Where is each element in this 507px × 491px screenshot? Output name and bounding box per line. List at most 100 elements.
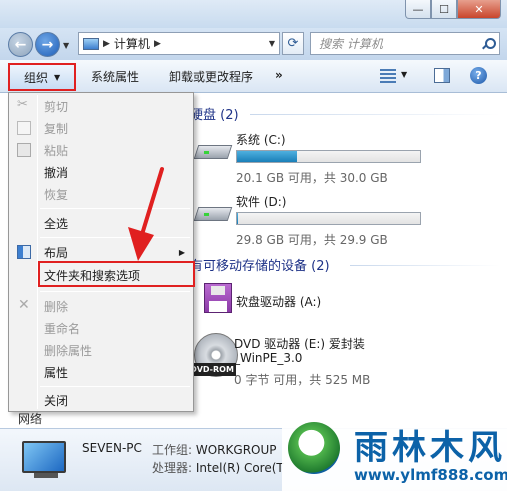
back-arrow-icon: ←	[14, 36, 27, 53]
view-options-dropdown-icon[interactable]: ▼	[401, 70, 407, 79]
drive-a-floppy[interactable]: 软盘驱动器 (A:)	[204, 283, 444, 317]
drive-name: DVD 驱动器 (E:) 爱封装	[234, 337, 365, 351]
back-button[interactable]: ←	[8, 32, 33, 57]
watermark-url: www.ylmf888.com	[354, 466, 507, 484]
minimize-button[interactable]: —	[405, 0, 431, 19]
more-commands-button[interactable]: »	[275, 68, 283, 82]
refresh-button[interactable]: ⟳	[282, 32, 304, 55]
drive-e-dvd[interactable]: DVD-ROM DVD 驱动器 (E:) 爱封装 _WinPE_3.0 0 字节…	[188, 333, 454, 393]
group-header-hard-drives[interactable]: 硬盘 (2)	[190, 104, 239, 123]
menu-item-remove-properties[interactable]: 删除属性	[11, 339, 191, 361]
menu-item-redo[interactable]: 恢复	[11, 183, 191, 205]
menu-separator	[40, 386, 190, 387]
address-row: ← → ▼ ▶ 计算机 ▶ ▼ ⟳ 搜索 计算机	[0, 28, 507, 60]
drive-name: 软件 (D:)	[236, 195, 287, 209]
drive-space-info: 29.8 GB 可用，共 29.9 GB	[236, 233, 388, 247]
search-input[interactable]: 搜索 计算机	[310, 32, 500, 55]
breadcrumb-chevron-icon[interactable]: ▶	[103, 39, 110, 49]
menu-item-label: 删除	[44, 299, 69, 314]
organize-label: 组织	[24, 70, 49, 85]
menu-item-label: 复制	[44, 121, 69, 136]
menu-item-label: 布局	[44, 245, 69, 260]
menu-item-properties[interactable]: 属性	[11, 361, 191, 383]
submenu-arrow-icon: ▶	[178, 247, 185, 257]
menu-item-label: 恢复	[44, 187, 69, 202]
search-icon[interactable]	[482, 37, 496, 50]
computer-icon	[83, 37, 99, 50]
chevron-down-icon: ▼	[54, 72, 61, 82]
uninstall-program-button[interactable]: 卸载或更改程序	[169, 68, 253, 85]
organize-menu: 剪切 复制 粘贴 撤消 恢复 全选 布局 ▶ 文件夹和搜索选项 删除 重命名 删…	[8, 92, 195, 412]
recent-pages-dropdown-icon[interactable]: ▼	[63, 41, 69, 50]
drive-space-info: 0 字节 可用，共 525 MB	[234, 373, 371, 387]
dvd-rom-label: DVD-ROM	[188, 363, 236, 376]
drive-name-line2: _WinPE_3.0	[234, 351, 303, 365]
hard-drive-icon	[193, 139, 233, 163]
menu-item-label: 删除属性	[44, 343, 93, 358]
help-icon[interactable]: ?	[470, 67, 487, 84]
workgroup-info: 工作组: WORKGROUP	[152, 441, 277, 458]
monitor-stand	[34, 473, 58, 478]
hard-drive-icon	[193, 201, 233, 225]
breadcrumb-chevron-icon[interactable]: ▶	[154, 39, 161, 49]
system-properties-button[interactable]: 系统属性	[91, 68, 139, 85]
refresh-icon: ⟳	[287, 36, 299, 51]
workgroup-value: WORKGROUP	[195, 443, 277, 457]
menu-item-label: 关闭	[44, 393, 69, 408]
watermark-title: 雨林木风	[354, 428, 506, 468]
processor-value: Intel(R) Core(T	[195, 461, 284, 475]
group-header-removable[interactable]: 有可移动存储的设备 (2)	[190, 255, 330, 274]
search-placeholder: 搜索 计算机	[319, 37, 383, 51]
workgroup-key: 工作组:	[152, 443, 193, 457]
menu-item-paste[interactable]: 粘贴	[11, 139, 191, 161]
menu-item-undo[interactable]: 撤消	[11, 161, 191, 183]
drive-name: 系统 (C:)	[236, 133, 286, 147]
menu-item-label: 粘贴	[44, 143, 69, 158]
menu-item-label: 撤消	[44, 165, 69, 180]
menu-item-label: 属性	[44, 365, 69, 380]
drive-name: 软盘驱动器 (A:)	[236, 295, 322, 309]
delete-icon	[17, 297, 31, 313]
nav-item-network[interactable]: 网络	[18, 410, 42, 427]
address-bar[interactable]: ▶ 计算机 ▶ ▼	[78, 32, 280, 55]
title-bar: — ☐ ✕	[0, 0, 507, 28]
menu-item-layout[interactable]: 布局 ▶	[11, 241, 191, 263]
preview-pane-icon[interactable]	[434, 68, 450, 83]
scissors-icon	[17, 97, 31, 113]
layout-icon	[17, 245, 31, 259]
computer-name: SEVEN-PC	[82, 441, 142, 455]
menu-item-select-all[interactable]: 全选	[11, 212, 191, 234]
forward-button[interactable]: →	[35, 32, 60, 57]
close-button[interactable]: ✕	[457, 0, 501, 19]
floppy-disk-icon	[204, 283, 232, 313]
menu-item-close[interactable]: 关闭	[11, 389, 191, 411]
menu-item-label: 重命名	[44, 321, 81, 336]
menu-item-cut[interactable]: 剪切	[11, 95, 191, 117]
menu-separator	[40, 237, 190, 238]
change-view-icon[interactable]	[380, 69, 396, 83]
breadcrumb-computer[interactable]: 计算机	[114, 35, 150, 52]
watermark: 雨林木风 www.ylmf888.com	[282, 418, 507, 491]
drive-c[interactable]: 系统 (C:) 20.1 GB 可用，共 30.0 GB	[193, 131, 436, 187]
menu-item-label: 全选	[44, 216, 69, 231]
menu-item-rename[interactable]: 重命名	[11, 317, 191, 339]
organize-button[interactable]: 组织 ▼	[8, 63, 76, 91]
drive-d[interactable]: 软件 (D:) 29.8 GB 可用，共 29.9 GB	[193, 193, 436, 249]
drive-space-info: 20.1 GB 可用，共 30.0 GB	[236, 171, 388, 185]
copy-icon	[17, 121, 31, 135]
menu-separator	[40, 208, 190, 209]
menu-separator	[40, 291, 190, 292]
processor-info: 处理器: Intel(R) Core(T	[152, 459, 284, 476]
caption-buttons: — ☐ ✕	[405, 0, 501, 19]
menu-item-delete[interactable]: 删除	[11, 295, 191, 317]
computer-icon	[22, 441, 66, 473]
group-divider	[350, 265, 500, 266]
highlight-box	[38, 261, 195, 287]
address-dropdown-icon[interactable]: ▼	[269, 39, 275, 48]
menu-item-copy[interactable]: 复制	[11, 117, 191, 139]
processor-key: 处理器:	[152, 461, 193, 475]
paste-icon	[17, 143, 31, 157]
menu-item-label: 剪切	[44, 99, 69, 114]
maximize-button[interactable]: ☐	[431, 0, 457, 19]
watermark-logo-icon	[288, 422, 340, 474]
